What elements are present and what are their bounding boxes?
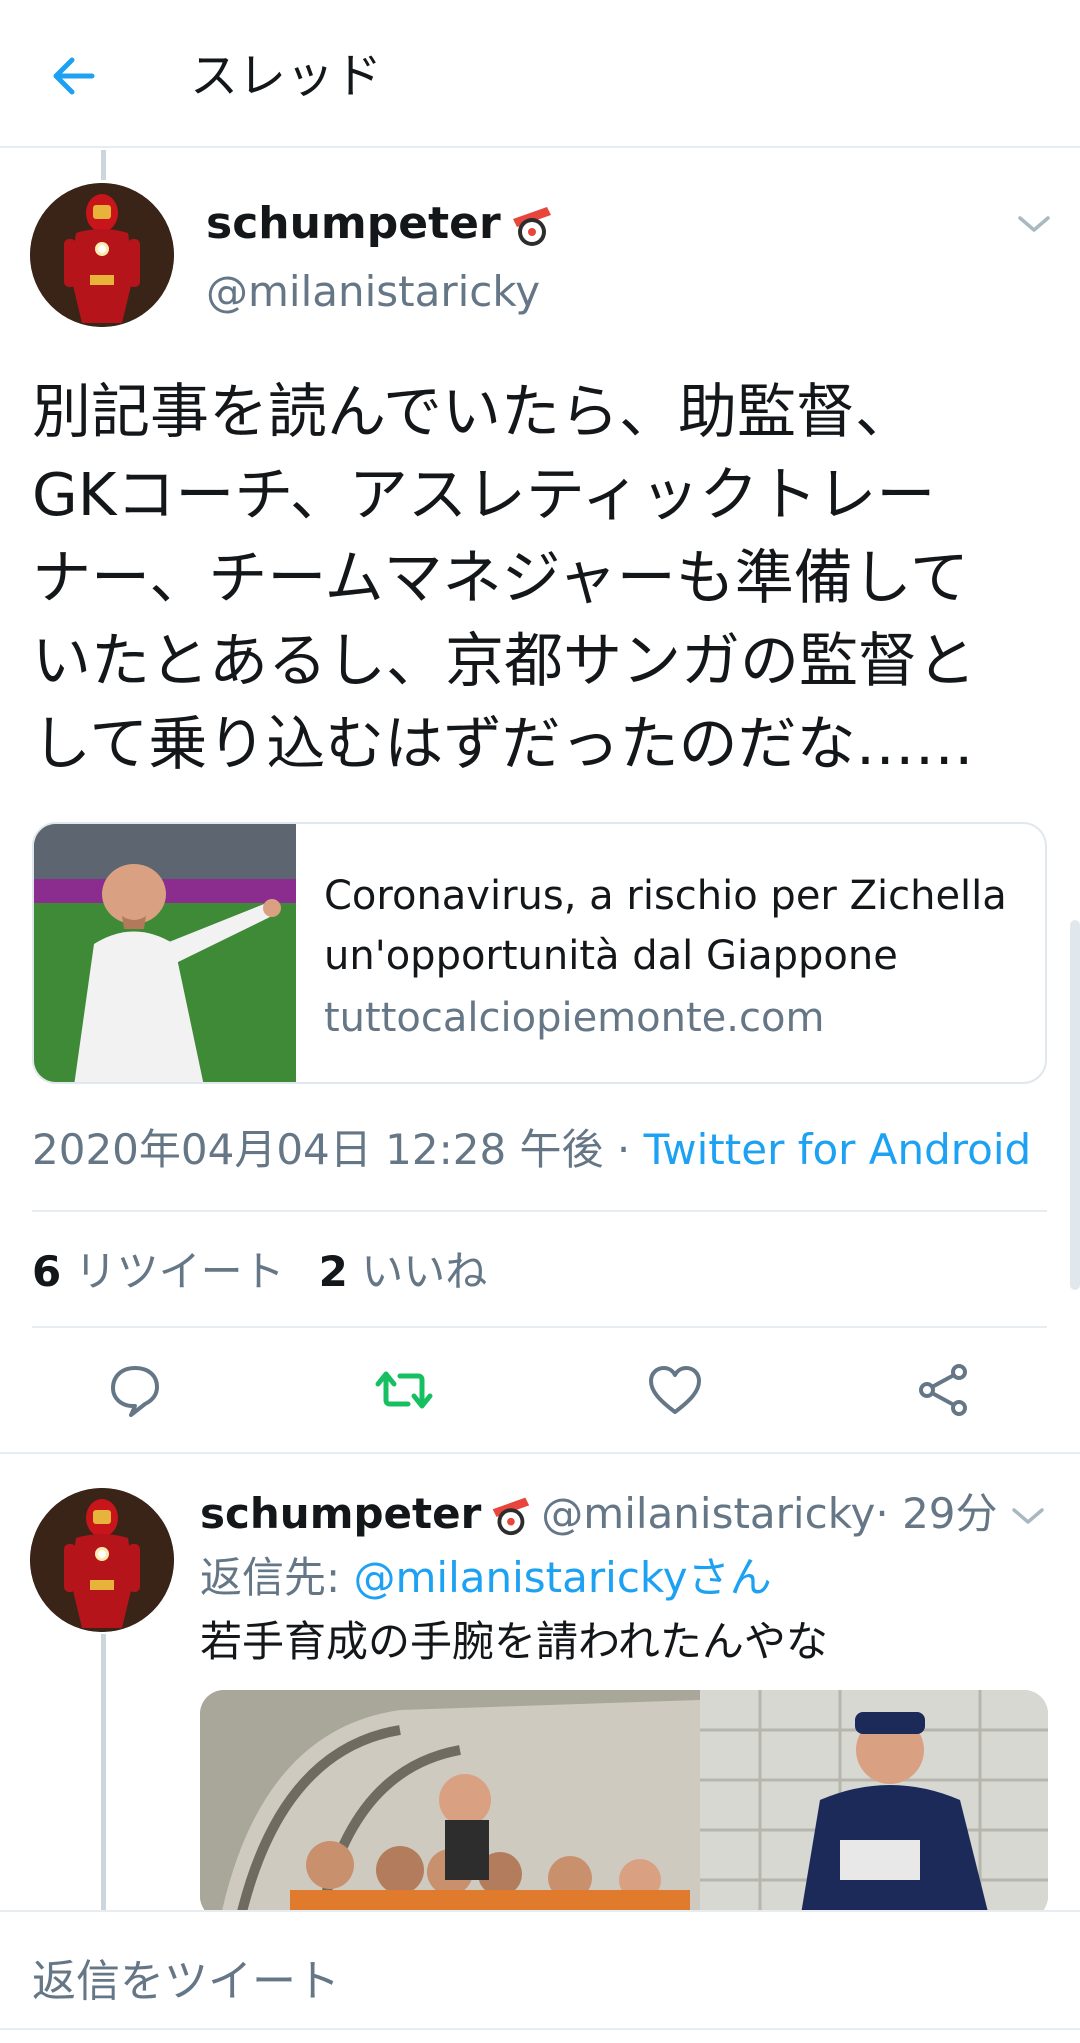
divider bbox=[32, 1326, 1047, 1328]
sushi-emoji-icon bbox=[492, 1497, 530, 1536]
author-handle[interactable]: @milanistaricky bbox=[206, 264, 540, 320]
back-button[interactable] bbox=[44, 46, 104, 106]
ironman-avatar-image bbox=[30, 1488, 174, 1632]
like-stat[interactable]: 2 いいね bbox=[319, 1247, 488, 1296]
like-count: 2 bbox=[318, 1247, 348, 1296]
chevron-down-icon[interactable] bbox=[1010, 1504, 1046, 1528]
back-arrow-icon bbox=[53, 57, 95, 95]
divider bbox=[0, 2028, 1080, 2030]
card-domain: tuttocalciopiemonte.com bbox=[324, 995, 825, 1041]
reply-media-image[interactable] bbox=[200, 1690, 1048, 1920]
card-thumbnail bbox=[34, 824, 296, 1082]
section-separator bbox=[0, 1452, 1080, 1454]
retweet-icon[interactable] bbox=[374, 1360, 434, 1420]
author-name-text: schumpeter bbox=[206, 198, 501, 249]
bench-photo bbox=[200, 1690, 1048, 1920]
source-link[interactable]: Twitter for Android bbox=[644, 1125, 1032, 1174]
thread-line bbox=[101, 150, 106, 180]
chevron-down-icon[interactable] bbox=[1016, 212, 1052, 236]
action-bar bbox=[0, 1360, 1080, 1430]
reply-to-prefix: 返信先: bbox=[200, 1553, 354, 1602]
reply-time: · 29分 bbox=[875, 1489, 998, 1538]
tweet-stats: 6 リツイート 2 いいね bbox=[32, 1242, 487, 1302]
card-title: Coronavirus, a rischio per Zichella un'o… bbox=[324, 873, 1007, 979]
tweet-text: 別記事を読んでいたら、助監督、 GKコーチ、アスレティックトレー ナー、チームマ… bbox=[32, 377, 977, 778]
avatar[interactable] bbox=[30, 183, 174, 327]
reply-author-handle[interactable]: @milanistaricky bbox=[541, 1484, 875, 1544]
meta-separator: · bbox=[603, 1125, 644, 1174]
page-title: スレッド bbox=[190, 48, 383, 104]
sushi-emoji-icon bbox=[512, 207, 551, 246]
like-label: いいね bbox=[361, 1247, 488, 1296]
retweet-label: リツイート bbox=[74, 1247, 285, 1296]
reply-icon[interactable] bbox=[105, 1360, 165, 1420]
reply-input[interactable]: 返信をツイート bbox=[32, 1952, 340, 2012]
top-bar: スレッド bbox=[0, 0, 1080, 148]
author-name[interactable]: schumpeter bbox=[206, 196, 555, 252]
reply-to-line: 返信先: @milanistarickyさん bbox=[200, 1548, 772, 1608]
reply-compose-bar: 返信をツイート bbox=[0, 1910, 1080, 2043]
reply-header: schumpeter @milanistaricky · 29分 bbox=[200, 1484, 998, 1544]
reply-to-mention[interactable]: @milanistarickyさん bbox=[354, 1553, 772, 1602]
link-card[interactable]: Coronavirus, a rischio per Zichella un'o… bbox=[32, 822, 1047, 1084]
retweet-stat[interactable]: 6 リツイート bbox=[32, 1247, 285, 1296]
like-icon[interactable] bbox=[645, 1360, 705, 1420]
avatar[interactable] bbox=[30, 1488, 174, 1632]
reply-author-name[interactable]: schumpeter bbox=[200, 1484, 481, 1544]
tweet-meta: 2020年04月04日 12:28 午後 · Twitter for Andro… bbox=[32, 1120, 1031, 1180]
thread-line bbox=[101, 1634, 106, 1914]
retweet-count: 6 bbox=[32, 1247, 62, 1296]
share-icon[interactable] bbox=[913, 1360, 973, 1420]
reply-text: 若手育成の手腕を請われたんやな bbox=[200, 1617, 828, 1666]
divider bbox=[32, 1210, 1047, 1212]
scrollbar[interactable] bbox=[1070, 920, 1080, 1290]
ironman-avatar-image bbox=[30, 183, 174, 327]
timestamp: 2020年04月04日 12:28 午後 bbox=[32, 1125, 604, 1174]
